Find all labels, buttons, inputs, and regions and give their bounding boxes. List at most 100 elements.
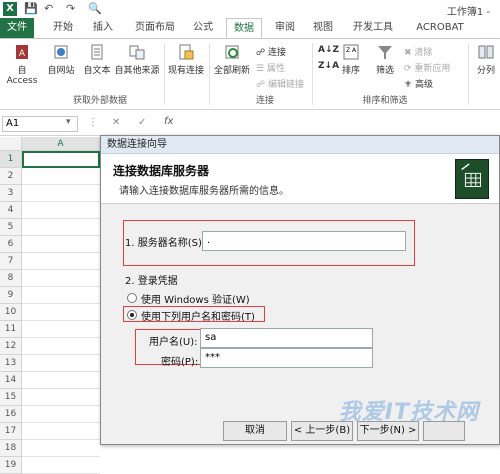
grid-row[interactable] [22, 202, 100, 219]
existing-connections-button[interactable]: 现有连接 [166, 43, 206, 76]
redo-icon[interactable]: ↷ [66, 2, 75, 15]
tab-acrobat[interactable]: ACROBAT [410, 18, 470, 38]
insert-function-icon[interactable]: fx [164, 116, 173, 127]
print-preview-icon[interactable]: 🔍 [88, 2, 102, 15]
edit-links-button[interactable]: ☍ 编辑链接 [256, 77, 304, 90]
from-web-button[interactable]: 自网站 [44, 43, 78, 76]
group-label-external-data: 获取外部数据 [72, 96, 127, 106]
row-header[interactable]: 5 [0, 219, 22, 236]
enter-icon[interactable]: ✓ [138, 117, 146, 128]
sort-icon: Z A [343, 44, 359, 60]
column-header-a[interactable]: A [22, 137, 100, 151]
excel-logo-icon: X [3, 2, 17, 16]
grid-row[interactable] [22, 406, 100, 423]
row-header[interactable]: 7 [0, 253, 22, 270]
advanced-button[interactable]: ⚜ 高级 [404, 77, 433, 90]
group-label-sort-filter: 排序和筛选 [362, 96, 408, 106]
row-header[interactable]: 4 [0, 202, 22, 219]
svg-text:A: A [19, 49, 26, 59]
row-header[interactable]: 18 [0, 440, 22, 457]
select-all-corner[interactable] [0, 137, 22, 151]
tab-view[interactable]: 视图 [306, 18, 340, 38]
row-header[interactable]: 10 [0, 304, 22, 321]
name-box-dropdown-icon[interactable]: ▾ [66, 117, 71, 127]
row-header[interactable]: 11 [0, 321, 22, 338]
group-divider [209, 43, 210, 105]
row-header[interactable]: 9 [0, 287, 22, 304]
group-divider [164, 43, 165, 105]
row-header[interactable]: 13 [0, 355, 22, 372]
split-columns-icon [478, 45, 494, 59]
dialog-title: 数据连接向导 [101, 136, 499, 154]
grid-row[interactable] [22, 457, 100, 474]
more-options-icon: ⋮ [88, 117, 98, 128]
password-input[interactable]: *** [200, 348, 373, 368]
tab-data[interactable]: 数据 [226, 18, 262, 39]
dialog-heading: 连接数据库服务器 [113, 164, 210, 178]
row-header[interactable]: 12 [0, 338, 22, 355]
row-header[interactable]: 2 [0, 168, 22, 185]
grid-row[interactable] [22, 423, 100, 440]
from-access-button[interactable]: A 自 Access [2, 43, 42, 86]
tab-formulas[interactable]: 公式 [186, 18, 220, 38]
dialog-subheading: 请输入连接数据库服务器所需的信息。 [119, 186, 289, 197]
tab-page-layout[interactable]: 页面布局 [128, 18, 182, 38]
save-icon[interactable]: 💾 [24, 2, 38, 15]
tab-developer[interactable]: 开发工具 [346, 18, 400, 38]
tab-home[interactable]: 开始 [46, 18, 80, 38]
refresh-all-button[interactable]: 全部刷新 [212, 43, 252, 76]
grid-row[interactable] [22, 236, 100, 253]
tab-file[interactable]: 文件 [0, 18, 34, 38]
grid-row[interactable] [22, 389, 100, 406]
grid-row[interactable] [22, 185, 100, 202]
data-connection-wizard-dialog: 数据连接向导 连接数据库服务器 请输入连接数据库服务器所需的信息。 1. 服务器… [100, 135, 500, 445]
grid-row[interactable] [22, 304, 100, 321]
grid-row[interactable] [22, 321, 100, 338]
grid-row[interactable] [22, 338, 100, 355]
filter-button[interactable]: 筛选 [370, 43, 400, 76]
sort-button[interactable]: Z A 排序 [336, 43, 366, 76]
refresh-icon [225, 45, 239, 59]
grid-row[interactable] [22, 253, 100, 270]
row-header[interactable]: 15 [0, 389, 22, 406]
windows-auth-radio[interactable] [127, 293, 137, 303]
grid-row[interactable] [22, 168, 100, 185]
grid-row[interactable] [22, 287, 100, 304]
active-cell-a1[interactable] [22, 151, 100, 168]
text-to-columns-button[interactable]: 分列 [472, 43, 500, 76]
grid-row[interactable] [22, 372, 100, 389]
row-header[interactable]: 14 [0, 372, 22, 389]
row-header[interactable]: 3 [0, 185, 22, 202]
properties-button[interactable]: ☰ 属性 [256, 61, 285, 74]
server-name-input[interactable]: . [202, 231, 406, 251]
from-other-sources-button[interactable]: 自其他来源 [112, 43, 162, 76]
grid-row[interactable] [22, 270, 100, 287]
row-header[interactable]: 17 [0, 423, 22, 440]
svg-text:Z A: Z A [346, 47, 357, 54]
windows-auth-label[interactable]: 使用 Windows 验证(W) [141, 291, 250, 306]
row-header[interactable]: 1 [0, 151, 22, 168]
row-header[interactable]: 16 [0, 406, 22, 423]
grid-row[interactable] [22, 440, 100, 457]
cancel-button[interactable]: 取消 [223, 421, 287, 441]
group-divider [312, 43, 313, 105]
reapply-button[interactable]: ⟳ 重新应用 [404, 61, 450, 74]
row-header[interactable]: 19 [0, 457, 22, 474]
tab-review[interactable]: 审阅 [268, 18, 302, 38]
from-text-button[interactable]: 自文本 [80, 43, 114, 76]
group-divider [468, 43, 469, 105]
undo-icon[interactable]: ↶ [44, 2, 53, 15]
grid-row[interactable] [22, 355, 100, 372]
watermark: 我爱IT技术网 [338, 400, 479, 425]
tab-insert[interactable]: 插入 [86, 18, 120, 38]
username-input[interactable]: sa [200, 328, 373, 348]
cancel-icon[interactable]: ✕ [112, 117, 120, 128]
password-label: 密码(P): [161, 357, 199, 368]
row-header[interactable]: 8 [0, 270, 22, 287]
clear-button[interactable]: ✖ 清除 [404, 45, 432, 58]
grid-row[interactable] [22, 219, 100, 236]
user-pass-radio[interactable] [127, 310, 137, 320]
user-pass-label[interactable]: 使用下列用户名和密码(T) [141, 308, 255, 323]
row-header[interactable]: 6 [0, 236, 22, 253]
connections-button[interactable]: ☍ 连接 [256, 45, 286, 58]
